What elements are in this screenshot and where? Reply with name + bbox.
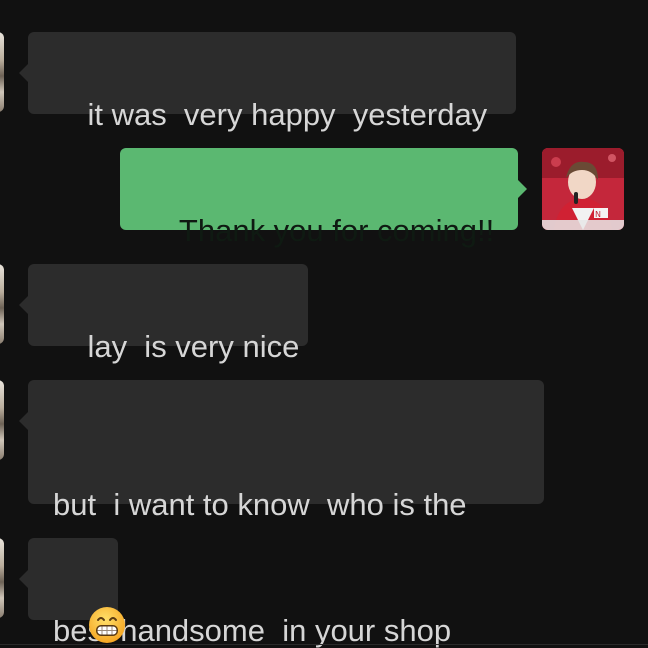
incoming-message-bubble[interactable]: but i want to know who is the best hands…	[19, 380, 544, 648]
chat-conversation: it was very happy yesterday Thank you fo…	[0, 0, 648, 648]
incoming-message-bubble[interactable]: lay is very nice	[19, 264, 308, 364]
incoming-message-bubble[interactable]: it was very happy yesterday	[19, 32, 516, 132]
incoming-message-bubble[interactable]	[19, 538, 126, 643]
message-text: Thank you for coming!!	[178, 213, 495, 248]
sender-avatar[interactable]	[0, 32, 4, 112]
input-divider	[0, 644, 648, 645]
sender-avatar[interactable]	[0, 538, 4, 618]
outgoing-message-bubble[interactable]: Thank you for coming!!	[120, 148, 527, 248]
profile-photo-icon: N	[542, 148, 624, 230]
message-text-line: best handsome in your shop	[53, 613, 452, 648]
grinning-face-icon	[89, 606, 126, 643]
svg-text:N: N	[595, 210, 601, 219]
message-text: lay is very nice	[87, 329, 300, 364]
message-text: it was very happy yesterday	[87, 97, 488, 132]
sender-avatar[interactable]	[0, 380, 4, 460]
sender-avatar[interactable]	[0, 264, 4, 344]
my-avatar[interactable]: N	[542, 148, 624, 230]
message-text-line: but i want to know who is the	[53, 487, 467, 522]
